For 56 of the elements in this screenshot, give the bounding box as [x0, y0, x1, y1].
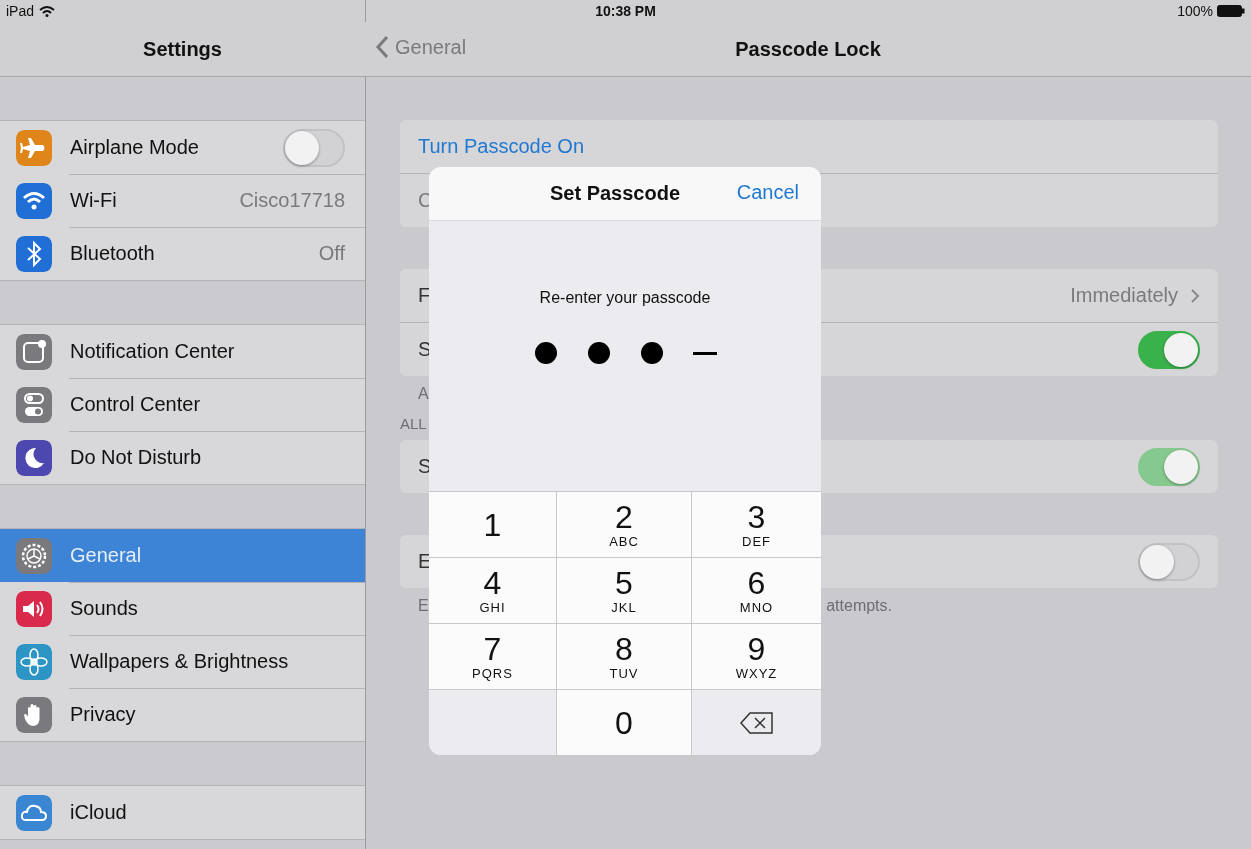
- delete-key[interactable]: [692, 689, 821, 755]
- footer-text: A: [418, 385, 429, 404]
- wifi-signal-icon: [39, 5, 56, 17]
- dialog-title: Set Passcode: [549, 182, 681, 205]
- settings-item-label: General: [70, 544, 143, 567]
- toggle-switch[interactable]: [283, 128, 345, 167]
- settings-item-label: Sounds: [70, 597, 139, 620]
- keypad-key[interactable]: 5 JKL: [557, 557, 692, 623]
- clock: 10:38 PM: [595, 3, 656, 19]
- settings-item-label: Privacy: [70, 703, 137, 726]
- settings-item[interactable]: iCloud: [0, 786, 365, 839]
- toggle-switch[interactable]: [1138, 542, 1200, 581]
- settings-item-label: Notification Center: [70, 340, 236, 363]
- keypad-key[interactable]: 7 PQRS: [429, 623, 557, 689]
- settings-item[interactable]: Wallpapers & Brightness: [0, 635, 365, 688]
- settings-item-label: Airplane Mode: [70, 136, 200, 159]
- battery-percentage: 100%: [1177, 3, 1213, 19]
- setting-label: F: [418, 284, 431, 307]
- settings-item[interactable]: Control Center: [0, 378, 365, 431]
- keypad-key[interactable]: 2 ABC: [557, 491, 692, 557]
- keypad-key[interactable]: 3 DEF: [692, 491, 821, 557]
- footer-text: E: [418, 597, 429, 616]
- device-name: iPad: [6, 3, 35, 19]
- keypad-key[interactable]: 8 TUV: [557, 623, 692, 689]
- cancel-button[interactable]: Cancel: [736, 181, 799, 204]
- settings-item[interactable]: Notification Center: [0, 325, 365, 378]
- settings-item-label: Bluetooth: [70, 242, 156, 265]
- settings-item[interactable]: Wi-Fi Cisco17718: [0, 174, 365, 227]
- keypad-key[interactable]: 6 MNO: [692, 557, 821, 623]
- setting-value: Immediately: [1070, 284, 1178, 307]
- settings-item-label: Control Center: [70, 393, 202, 416]
- chevron-left-icon: [375, 35, 389, 59]
- settings-item[interactable]: Airplane Mode: [0, 121, 365, 174]
- keypad-key[interactable]: 0: [557, 689, 692, 755]
- settings-item[interactable]: Bluetooth Off: [0, 227, 365, 280]
- settings-item[interactable]: Privacy: [0, 688, 365, 741]
- footer-text: attempts.: [826, 597, 892, 616]
- settings-item-value: Off: [318, 242, 345, 265]
- keypad-key[interactable]: 1: [429, 491, 557, 557]
- settings-item-value: Cisco17718: [239, 189, 345, 212]
- setting-label: E: [418, 550, 432, 573]
- keypad-key[interactable]: 9 WXYZ: [692, 623, 821, 689]
- page-title: Passcode Lock: [735, 37, 881, 61]
- passcode-prompt: Re-enter your passcode: [539, 289, 711, 307]
- settings-item-label: Wi-Fi: [70, 189, 118, 212]
- toggle-switch[interactable]: [1138, 330, 1200, 369]
- section-header: ALL: [400, 414, 428, 434]
- settings-item-label: Do Not Disturb: [70, 446, 203, 469]
- settings-item-label: iCloud: [70, 801, 128, 824]
- settings-item-label: Wallpapers & Brightness: [70, 650, 290, 673]
- settings-item[interactable]: Sounds: [0, 582, 365, 635]
- backspace-icon: [739, 711, 774, 734]
- battery-icon: [1217, 5, 1245, 17]
- settings-item[interactable]: Do Not Disturb: [0, 431, 365, 484]
- sidebar-title: Settings: [143, 37, 222, 61]
- keypad-key[interactable]: 4 GHI: [429, 557, 557, 623]
